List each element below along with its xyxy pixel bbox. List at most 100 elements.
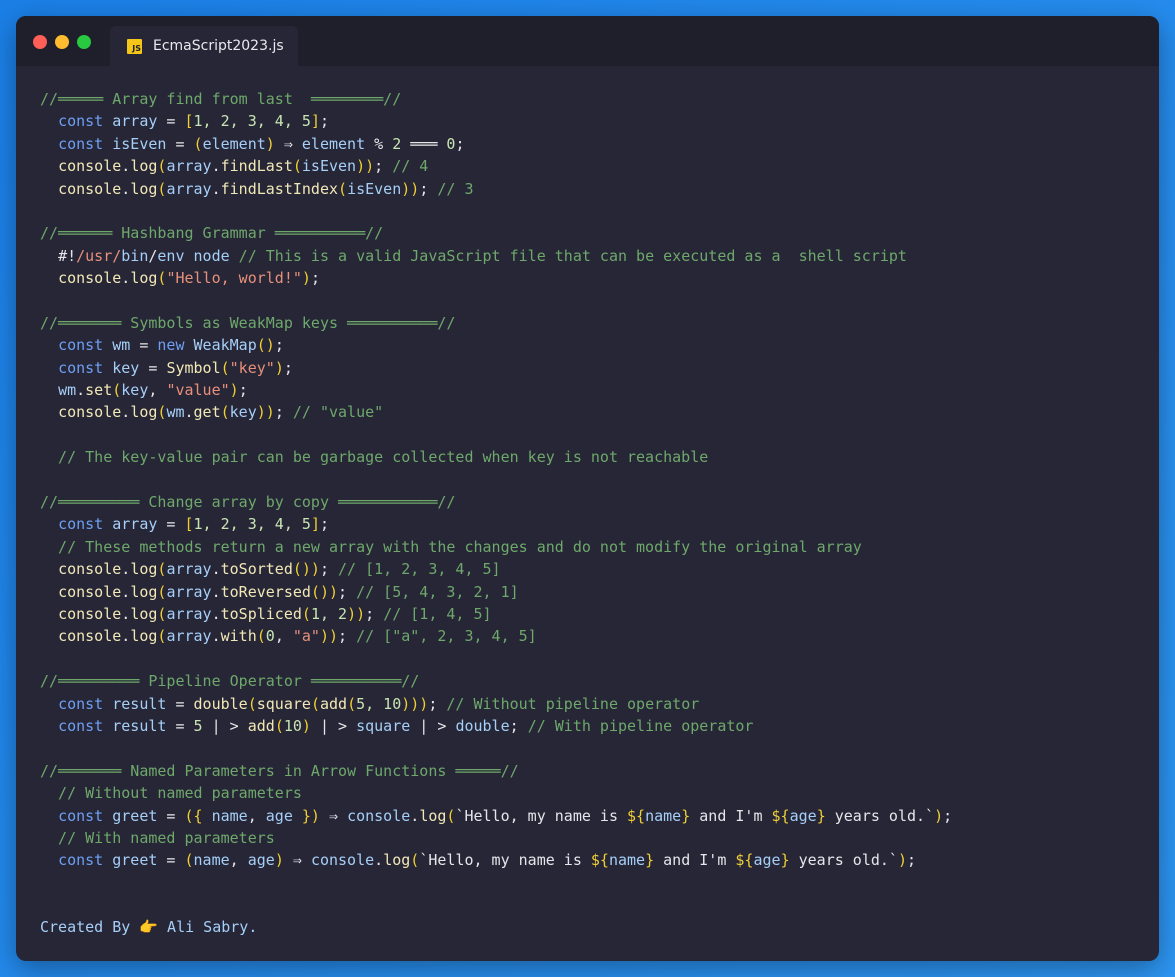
- footer-author: Ali Sabry.: [158, 918, 258, 936]
- code-token: =: [139, 358, 167, 377]
- close-window-button[interactable]: [33, 35, 47, 49]
- code-token: .: [121, 560, 131, 579]
- minimize-window-button[interactable]: [55, 35, 69, 49]
- code-token: [: [184, 515, 194, 534]
- code-token: years old.`: [789, 851, 898, 870]
- code-token: 1, 2, 3, 4, 5: [193, 112, 311, 131]
- code-token: ⇒: [274, 134, 302, 153]
- code-token: ;: [907, 851, 917, 870]
- code-token: //═════ Array find from last ════════//: [40, 90, 402, 108]
- code-token: array: [166, 157, 212, 176]
- code-token: ): [934, 806, 944, 825]
- code-token: //══════ Hashbang Grammar ══════════//: [40, 224, 384, 243]
- title-bar: JS EcmaScript2023.js: [16, 16, 1159, 66]
- code-token: =: [157, 806, 185, 825]
- code-token: (: [274, 716, 284, 735]
- code-token: wm: [112, 336, 131, 355]
- code-line: //═════════ Change array by copy ═══════…: [40, 491, 952, 513]
- code-token: log: [130, 403, 158, 422]
- code-token: 2: [392, 134, 402, 153]
- code-line: // Without named parameters: [40, 782, 952, 804]
- code-token: get: [193, 403, 221, 422]
- code-token: ,: [274, 627, 293, 646]
- code-token: console: [58, 604, 122, 623]
- code-token: toReversed: [220, 582, 311, 601]
- code-token: array: [112, 515, 158, 534]
- code-token: `Hello, my name is: [419, 851, 591, 870]
- code-token: .: [211, 582, 221, 601]
- code-token: env: [157, 246, 185, 265]
- code-token: ()): [310, 582, 339, 601]
- code-token: .: [76, 381, 86, 400]
- code-token: age: [265, 806, 293, 825]
- code-token: with: [220, 627, 257, 646]
- code-token: ;: [283, 358, 293, 377]
- code-token: const: [58, 515, 104, 534]
- footer-prefix: Created By: [40, 918, 140, 936]
- code-token: log: [130, 604, 158, 623]
- code-token: ;: [419, 179, 438, 198]
- code-token: console: [58, 582, 122, 601]
- code-line: console.log(array.with(0, "a")); // ["a"…: [40, 625, 952, 647]
- code-token: ))): [401, 694, 429, 713]
- code-token: toSpliced: [220, 604, 302, 623]
- code-token: 5: [193, 716, 203, 735]
- code-token: name: [645, 806, 682, 825]
- code-token: ): [301, 269, 311, 288]
- code-token: (: [184, 851, 194, 870]
- code-token: bin: [121, 246, 149, 265]
- code-token: | >: [310, 716, 357, 735]
- code-token: =: [157, 851, 185, 870]
- code-token: .: [121, 582, 131, 601]
- code-editor[interactable]: //═════ Array find from last ════════// …: [40, 88, 952, 872]
- code-token: (: [112, 381, 122, 400]
- code-token: 1, 2: [310, 604, 348, 623]
- code-token: )): [256, 403, 275, 422]
- code-line: const array = [1, 2, 3, 4, 5];: [40, 110, 952, 132]
- code-token: (: [256, 627, 266, 646]
- code-token: ;: [310, 269, 320, 288]
- code-token: =: [130, 336, 158, 355]
- code-line: console.log(array.findLastIndex(isEven))…: [40, 178, 952, 200]
- code-token: 0: [265, 627, 275, 646]
- code-token: // [1, 2, 3, 4, 5]: [338, 560, 501, 579]
- code-token: =: [166, 134, 194, 153]
- code-token: (: [301, 604, 311, 623]
- code-token: (: [338, 179, 348, 198]
- code-token: ${: [627, 806, 646, 825]
- code-token: "value": [166, 381, 230, 400]
- code-token: [: [184, 112, 194, 131]
- code-token: }: [780, 851, 790, 870]
- code-token: `Hello, my name is: [455, 806, 628, 825]
- code-token: log: [419, 806, 447, 825]
- code-token: new: [157, 336, 185, 355]
- code-token: ): [897, 851, 907, 870]
- code-line: console.log(array.toReversed()); // [5, …: [40, 581, 952, 603]
- pointing-hand-icon: 👉: [139, 918, 159, 936]
- code-token: // With named parameters: [40, 828, 275, 847]
- maximize-window-button[interactable]: [77, 35, 91, 49]
- code-token: double: [455, 716, 510, 735]
- code-token: square: [256, 694, 311, 713]
- code-token: array: [166, 560, 212, 579]
- code-token: .: [211, 604, 221, 623]
- code-token: set: [85, 381, 113, 400]
- code-token: name: [193, 851, 230, 870]
- file-tab[interactable]: JS EcmaScript2023.js: [110, 26, 298, 66]
- code-token: array: [166, 627, 212, 646]
- code-token: .: [121, 179, 131, 198]
